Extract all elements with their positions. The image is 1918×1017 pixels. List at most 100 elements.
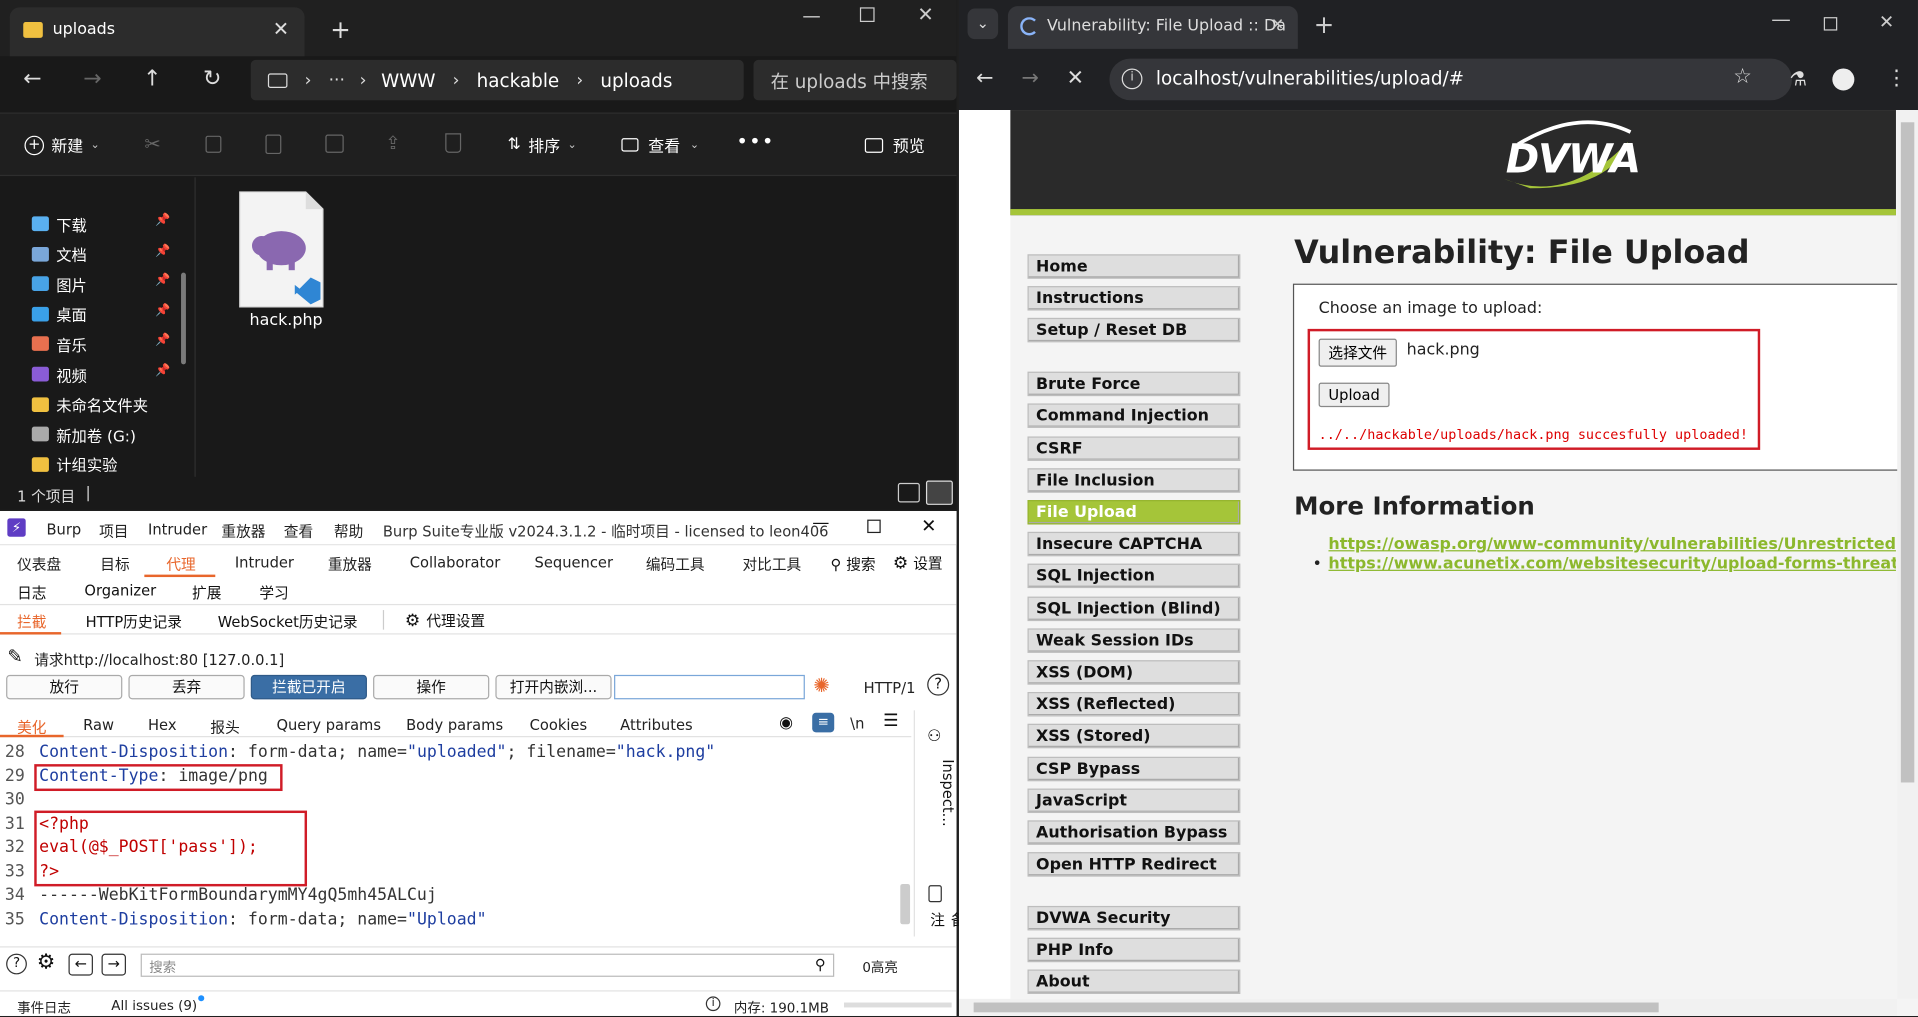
editor-tab[interactable]: Body params <box>406 716 503 733</box>
editor-tab[interactable]: Cookies <box>530 716 587 733</box>
link-owasp[interactable]: • https://owasp.org/www-community/vulner… <box>1328 535 1896 553</box>
main-tab[interactable]: 目标 <box>100 554 129 575</box>
preview-button[interactable]: 预览 <box>864 133 925 156</box>
chrome-tab[interactable]: Vulnerability: File Upload :: Da ✕ <box>1007 6 1298 49</box>
back-icon[interactable]: ← <box>23 66 41 92</box>
dvwa-menu-item[interactable]: SQL Injection <box>1027 563 1241 589</box>
dvwa-menu-item[interactable]: JavaScript <box>1027 788 1241 813</box>
stop-icon[interactable]: ✕ <box>1067 66 1084 90</box>
action-button[interactable]: 操作 <box>373 674 490 700</box>
dvwa-menu-item[interactable]: File Inclusion <box>1027 467 1241 493</box>
burp-search[interactable]: ⚲ 搜索 <box>831 554 876 575</box>
close-window-icon[interactable]: ✕ <box>921 515 936 537</box>
new-button[interactable]: + 新建 ⌄ <box>24 133 100 156</box>
dvwa-menu-item[interactable]: About <box>1027 969 1241 995</box>
help-icon[interactable]: ? <box>927 673 950 696</box>
explorer-tab[interactable]: uploads ✕ <box>9 7 305 57</box>
share-icon[interactable]: ⇪ <box>385 132 400 154</box>
refresh-icon[interactable]: ↻ <box>203 66 221 92</box>
editor-tab[interactable]: 报头 <box>210 716 239 737</box>
dvwa-menu-item[interactable]: File Upload <box>1027 499 1241 525</box>
minimize-icon[interactable]: — <box>1771 7 1791 30</box>
scroll-thumb[interactable] <box>973 1002 1659 1013</box>
http-version-label[interactable]: HTTP/1 <box>864 680 916 697</box>
editor-search-input[interactable]: 搜索 ⚲ <box>140 953 835 977</box>
site-info-icon[interactable]: i <box>1121 68 1143 90</box>
sort-button[interactable]: ⇅ 排序 ⌄ <box>508 133 577 157</box>
menu-item[interactable]: Burp <box>46 521 81 538</box>
nav-item[interactable]: 图片 <box>31 272 87 296</box>
labs-icon[interactable]: ⚗ <box>1790 67 1808 90</box>
main-tab[interactable]: 学习 <box>259 582 288 603</box>
editor-tab[interactable]: Attributes <box>620 716 692 733</box>
main-tab[interactable]: 对比工具 <box>742 554 801 575</box>
main-tab[interactable]: 仪表盘 <box>17 554 61 575</box>
notes-icon[interactable] <box>928 885 942 903</box>
open-browser-button[interactable]: 打开内嵌浏... <box>495 674 612 700</box>
previous-match-icon[interactable]: ← <box>68 953 93 976</box>
drop-button[interactable]: 丢弃 <box>128 674 245 700</box>
breadcrumb-www[interactable]: WWW <box>381 69 435 91</box>
dvwa-menu-item[interactable]: CSRF <box>1027 435 1241 461</box>
gear-icon[interactable]: ⚙ <box>37 950 56 974</box>
event-log-tab[interactable]: 事件日志 <box>17 998 71 1017</box>
url-bar[interactable]: i localhost/vulnerabilities/upload/# ☆ <box>1109 58 1792 101</box>
burp-settings[interactable]: ⚙ 设置 <box>893 553 943 574</box>
dvwa-menu-item[interactable]: Brute Force <box>1027 371 1241 397</box>
main-tab[interactable]: 重放器 <box>328 554 372 575</box>
nav-item[interactable]: 视频 <box>31 362 87 386</box>
address-bar[interactable]: › ··· › WWW › hackable › uploads <box>250 59 744 101</box>
newline-toggle[interactable]: \n <box>850 715 864 732</box>
view-button[interactable]: 查看 ⌄ <box>621 133 699 156</box>
nav-item[interactable]: 计组实验 <box>31 452 117 476</box>
menu-item[interactable]: 重放器 <box>221 521 265 542</box>
dvwa-menu-item[interactable]: Setup / Reset DB <box>1027 318 1241 343</box>
forward-button[interactable]: 放行 <box>6 674 123 700</box>
tab-search-icon[interactable]: ⌄ <box>967 8 999 40</box>
intercept-toggle-button[interactable]: 拦截已开启 <box>250 674 367 700</box>
dvwa-menu-item[interactable]: XSS (Stored) <box>1027 724 1241 749</box>
main-tab[interactable]: Sequencer <box>535 554 613 571</box>
breadcrumb-uploads[interactable]: uploads <box>600 69 672 91</box>
upload-button[interactable]: Upload <box>1318 382 1390 408</box>
main-tab[interactable]: 代理 <box>166 554 195 575</box>
menu-item[interactable]: 帮助 <box>334 521 363 542</box>
nav-scrollbar[interactable] <box>181 272 186 365</box>
nav-item[interactable]: 未命名文件夹 <box>31 392 148 416</box>
pin-icon[interactable]: 📌 <box>155 334 170 347</box>
dvwa-menu-item[interactable]: PHP Info <box>1027 937 1241 963</box>
wrap-lines-icon[interactable]: ≡ <box>812 712 835 733</box>
rename-icon[interactable] <box>325 134 344 153</box>
choose-file-button[interactable]: 选择文件 <box>1318 338 1397 367</box>
main-tab[interactable]: Intruder <box>235 554 294 571</box>
nav-item[interactable]: 音乐 <box>31 332 87 356</box>
new-tab-icon[interactable]: + <box>1314 10 1335 39</box>
close-tab-icon[interactable]: ✕ <box>273 17 289 40</box>
main-tab[interactable]: 日志 <box>17 582 46 603</box>
subtab-intercept[interactable]: 拦截 <box>17 611 46 632</box>
minimize-icon[interactable]: — <box>802 5 820 27</box>
more-options-icon[interactable]: ••• <box>736 130 774 153</box>
menu-item[interactable]: 项目 <box>99 521 128 542</box>
intercept-filter-input[interactable] <box>614 674 805 700</box>
nav-item[interactable]: 下载 <box>31 212 87 236</box>
up-icon[interactable]: ↑ <box>143 66 161 92</box>
editor-tab[interactable]: Hex <box>148 716 176 733</box>
dvwa-menu-item[interactable]: Command Injection <box>1027 403 1241 429</box>
tiles-view-icon[interactable] <box>925 480 953 505</box>
dvwa-menu-item[interactable]: Home <box>1027 254 1241 279</box>
more-menu-icon[interactable]: ⋮ <box>1886 66 1907 90</box>
scroll-thumb[interactable] <box>1900 122 1915 783</box>
maximize-icon[interactable] <box>1823 17 1838 31</box>
pin-icon[interactable]: 📌 <box>155 304 170 317</box>
paste-icon[interactable] <box>265 134 282 155</box>
dvwa-menu-item[interactable]: SQL Injection (Blind) <box>1027 596 1241 621</box>
editor-scrollbar[interactable] <box>900 883 911 925</box>
dvwa-menu-item[interactable]: XSS (DOM) <box>1027 660 1241 685</box>
close-window-icon[interactable]: ✕ <box>917 2 933 25</box>
all-issues-tab[interactable]: All issues (9) <box>111 998 197 1014</box>
overflow-icon[interactable]: ··· <box>329 70 345 90</box>
delete-icon[interactable] <box>445 133 462 153</box>
maximize-icon[interactable] <box>859 7 875 23</box>
inspector-tab[interactable]: Inspect... <box>939 759 956 826</box>
